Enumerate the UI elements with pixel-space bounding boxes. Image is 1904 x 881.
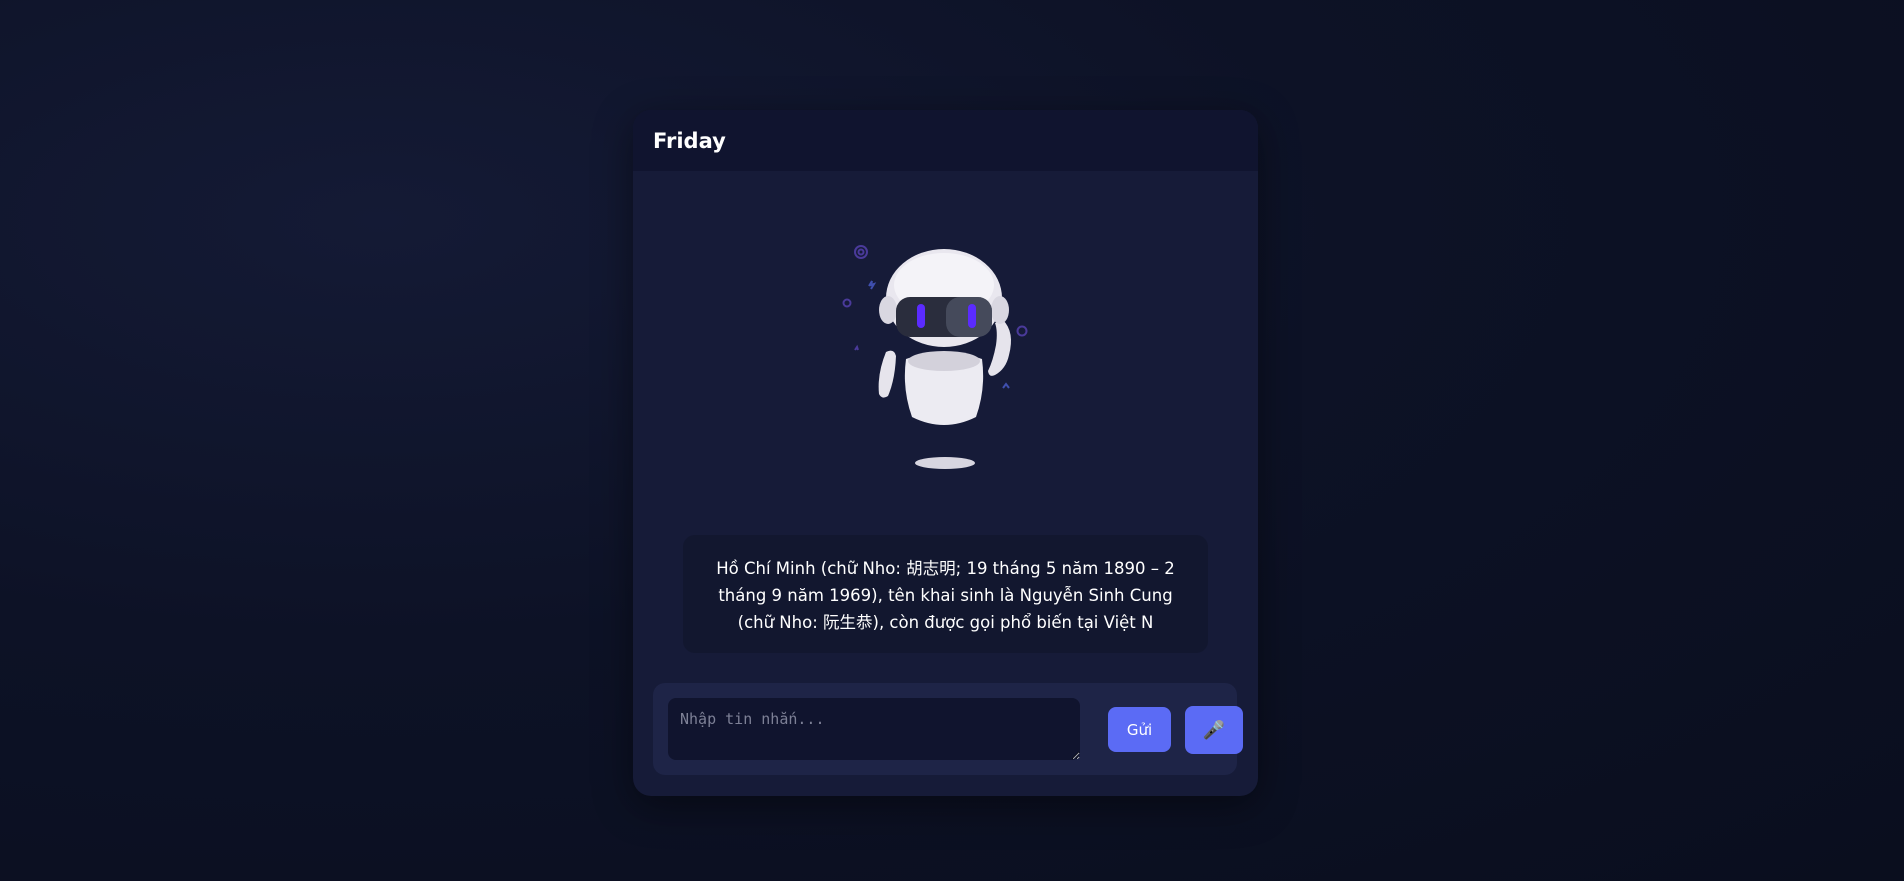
chat-header: Friday [633,110,1258,171]
app-title: Friday [653,128,726,153]
message-input[interactable] [668,698,1080,760]
assistant-message-text: Hồ Chí Minh (chữ Nho: 胡志明; 19 tháng 5 nă… [716,559,1175,632]
send-button[interactable]: Gửi [1108,707,1171,752]
chat-window: Friday Hồ Chí Minh (chữ Nho: 胡志明; 19 thá… [633,110,1258,796]
robot-icon [842,245,1028,469]
message-composer: Gửi 🎤 [653,683,1243,775]
microphone-button[interactable]: 🎤 [1185,706,1243,754]
gear-icon [854,245,868,259]
microphone-icon: 🎤 [1202,719,1226,740]
assistant-message: Hồ Chí Minh (chữ Nho: 胡志明; 19 tháng 5 nă… [683,535,1208,653]
robot-avatar [833,235,1058,475]
